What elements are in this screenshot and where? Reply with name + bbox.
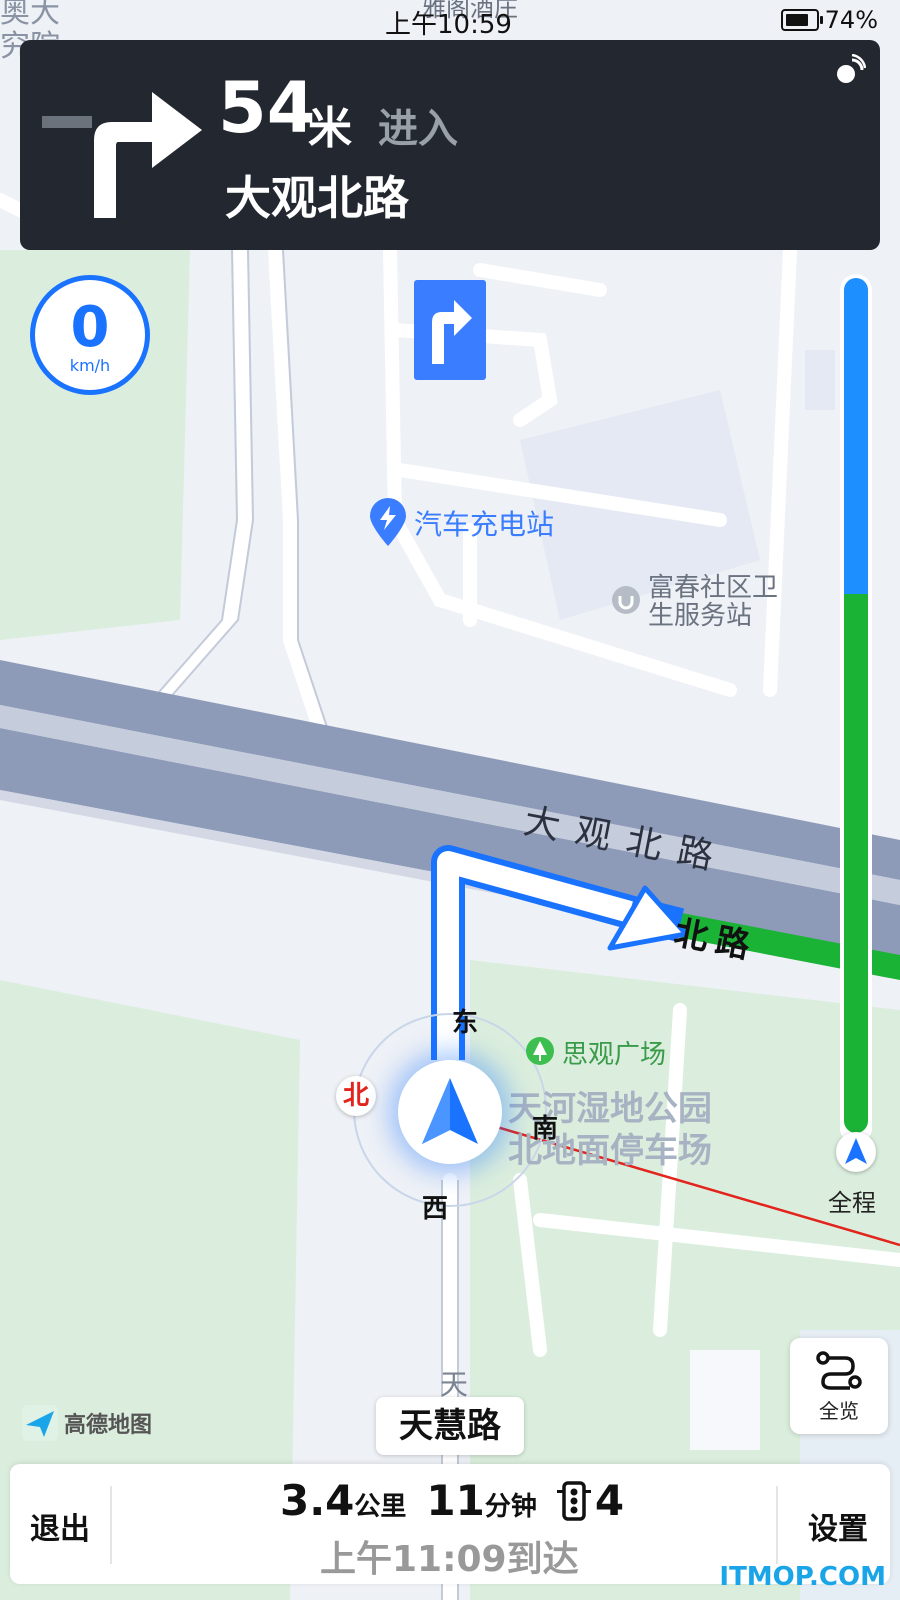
amap-logo-icon: [22, 1405, 58, 1441]
battery-percent: 74%: [824, 6, 878, 34]
turn-distance-unit: 米: [308, 103, 352, 154]
progress-remaining-blue: [844, 278, 868, 594]
traffic-light-count: 4: [594, 1476, 625, 1525]
remaining-distance: 3.4: [280, 1476, 355, 1525]
divider: [776, 1486, 778, 1564]
divider: [110, 1486, 112, 1564]
speedometer: 0 km/h: [30, 275, 150, 395]
compass-north: 北: [336, 1076, 376, 1116]
settings-button[interactable]: 设置: [808, 1504, 868, 1548]
turn-distance: 54: [218, 67, 316, 149]
battery-indicator: 74%: [780, 6, 878, 34]
car-position-marker: [398, 1060, 502, 1164]
speed-unit: km/h: [69, 356, 111, 375]
trip-summary: 3.4 公里 11 分钟 4: [280, 1476, 624, 1525]
remaining-time-unit: 分钟: [484, 1492, 537, 1522]
poi-clinic-label-2: 生服务站: [648, 601, 753, 631]
compass-east: 东: [452, 1008, 479, 1038]
lane-guidance-sign: [414, 280, 486, 380]
route-progress-bar: [840, 274, 872, 1144]
current-road-name: 天慧路: [376, 1397, 524, 1455]
poi-clinic-label-1: 富春社区卫: [648, 573, 779, 603]
park-icon: [526, 1036, 554, 1065]
navigation-arrow-icon: [845, 1138, 867, 1164]
next-road-name: 大观北路: [225, 171, 409, 225]
remaining-time: 11: [426, 1476, 485, 1525]
watermark: ITMOP.COM: [719, 1562, 886, 1592]
exit-button[interactable]: 退出: [30, 1504, 90, 1548]
arrival-time: 上午11:09到达: [320, 1539, 579, 1580]
turn-right-icon: [42, 92, 202, 218]
compass-west: 西: [422, 1194, 449, 1224]
turn-action: 进入: [378, 106, 458, 152]
gps-signal-icon: [837, 54, 866, 83]
charging-station-icon: [370, 498, 406, 546]
progress-label: 全程: [828, 1189, 876, 1217]
speed-value: 0: [70, 295, 110, 360]
poi-square-label: 思观广场: [562, 1040, 667, 1070]
poi-clinic[interactable]: 富春社区卫 生服务站: [610, 574, 778, 630]
poi-charging-station[interactable]: 汽车充电站: [368, 498, 554, 548]
navigation-arrow-icon: [422, 1078, 478, 1144]
battery-icon: [780, 9, 823, 31]
progress-car-marker: [836, 1132, 876, 1172]
compass-south: 南: [532, 1114, 559, 1144]
status-time: 上午10:59: [385, 10, 512, 40]
clinic-icon: [612, 586, 640, 614]
route-overview-icon: [816, 1351, 862, 1390]
poi-square[interactable]: 思观广场: [524, 1034, 666, 1071]
remaining-distance-unit: 公里: [354, 1492, 407, 1522]
amap-logo: 高德地图: [22, 1405, 152, 1441]
overview-button[interactable]: 全览: [790, 1338, 888, 1434]
overview-button-label: 全览: [819, 1399, 859, 1423]
progress-traffic-clear: [844, 594, 868, 1133]
turn-guidance-panel[interactable]: 54 米 进入 大观北路: [20, 40, 880, 250]
lane-turn-right-icon: [432, 300, 472, 364]
poi-charging-label: 汽车充电站: [414, 508, 555, 541]
status-bar: 上午10:59 74%: [0, 0, 900, 40]
traffic-light-icon: [556, 1480, 591, 1521]
logo-text: 高德地图: [64, 1413, 153, 1438]
